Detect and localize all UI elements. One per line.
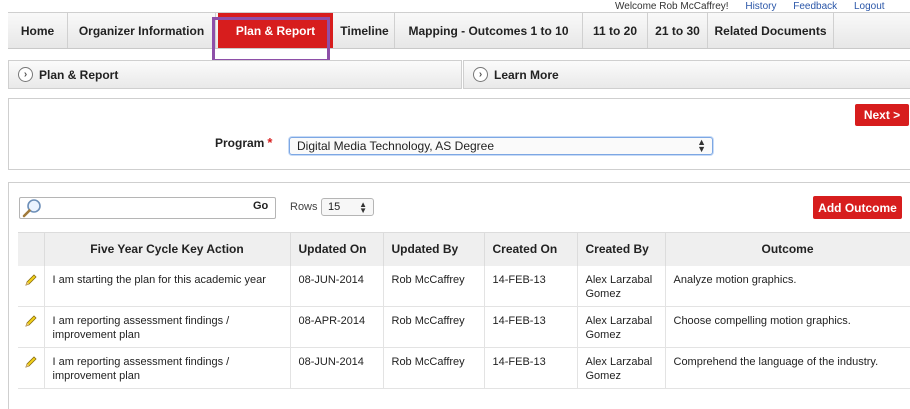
search-input[interactable] [19, 197, 276, 219]
program-label: Program * [215, 135, 272, 150]
created-by-cell: Alex Larzabal Gomez [577, 306, 666, 348]
updated-on-cell: 08-JUN-2014 [290, 265, 384, 307]
region-plan-report-title: Plan & Report [39, 67, 119, 82]
table-header-row: Five Year Cycle Key Action Updated On Up… [18, 232, 910, 266]
outcome-cell: Choose compelling motion graphics. [665, 306, 910, 348]
rows-label: Rows [290, 201, 318, 213]
tab-outcomes-11-20[interactable]: 11 to 20 [583, 13, 648, 48]
table-row: I am reporting assessment findings / imp… [18, 347, 910, 389]
feedback-link[interactable]: Feedback [793, 1, 837, 12]
next-button[interactable]: Next > [855, 104, 909, 126]
program-form-panel [8, 98, 910, 170]
key-action-cell: I am reporting assessment findings / imp… [44, 306, 291, 348]
program-select[interactable]: Digital Media Technology, AS Degree ▲ ▼ [289, 137, 713, 155]
created-by-cell: Alex Larzabal Gomez [577, 347, 666, 389]
chevron-right-icon: › [473, 67, 488, 82]
add-outcome-button[interactable]: Add Outcome [813, 196, 902, 219]
updated-on-cell: 08-APR-2014 [290, 306, 384, 348]
outcome-cell: Comprehend the language of the industry. [665, 347, 910, 389]
outcome-cell: Analyze motion graphics. [665, 265, 910, 307]
outcomes-table: Five Year Cycle Key Action Updated On Up… [18, 232, 910, 389]
key-action-cell: I am reporting assessment findings / imp… [44, 347, 291, 389]
tab-plan-report[interactable]: Plan & Report [218, 13, 333, 48]
col-header-updated-by[interactable]: Updated By [383, 232, 485, 266]
updated-by-cell: Rob McCaffrey [383, 347, 485, 389]
key-action-cell: I am starting the plan for this academic… [44, 265, 291, 307]
edit-cell[interactable] [18, 347, 45, 389]
region-learn-more-title: Learn More [494, 67, 559, 82]
created-by-cell: Alex Larzabal Gomez [577, 265, 666, 307]
table-row: I am starting the plan for this academic… [18, 265, 910, 307]
created-on-cell: 14-FEB-13 [484, 347, 578, 389]
go-button[interactable]: Go [253, 200, 268, 212]
tab-mapping-outcomes-1-10[interactable]: Mapping - Outcomes 1 to 10 [395, 13, 583, 48]
updated-by-cell: Rob McCaffrey [383, 306, 485, 348]
required-mark: * [267, 135, 273, 150]
updated-on-cell: 08-JUN-2014 [290, 347, 384, 389]
pencil-icon[interactable] [24, 273, 38, 287]
col-header-outcome[interactable]: Outcome [665, 232, 910, 266]
tab-outcomes-21-30[interactable]: 21 to 30 [648, 13, 708, 48]
rows-select-value: 15 [328, 201, 341, 213]
program-label-text: Program [215, 136, 265, 150]
main-nav: Home Organizer Information Plan & Report… [8, 12, 910, 49]
tab-home[interactable]: Home [8, 13, 68, 48]
edit-cell[interactable] [18, 265, 45, 307]
tab-related-documents[interactable]: Related Documents [708, 13, 834, 48]
updated-by-cell: Rob McCaffrey [383, 265, 485, 307]
table-row: I am reporting assessment findings / imp… [18, 306, 910, 348]
tab-timeline[interactable]: Timeline [335, 13, 395, 48]
col-header-created-on[interactable]: Created On [484, 232, 578, 266]
tab-organizer-information[interactable]: Organizer Information [68, 13, 216, 48]
program-select-value: Digital Media Technology, AS Degree [297, 139, 495, 153]
rows-select[interactable]: 15 ▲ ▼ [321, 198, 374, 216]
magnifier-icon [22, 199, 41, 218]
select-arrows-icon: ▲ ▼ [697, 137, 706, 154]
created-on-cell: 14-FEB-13 [484, 265, 578, 307]
col-header-key-action[interactable]: Five Year Cycle Key Action [44, 232, 291, 266]
col-header-updated-on[interactable]: Updated On [290, 232, 384, 266]
chevron-right-icon: › [18, 67, 33, 82]
region-learn-more[interactable]: › Learn More [463, 60, 910, 89]
history-link[interactable]: History [745, 1, 776, 12]
edit-cell[interactable] [18, 306, 45, 348]
pencil-icon[interactable] [24, 314, 38, 328]
created-on-cell: 14-FEB-13 [484, 306, 578, 348]
region-plan-report[interactable]: › Plan & Report [8, 60, 462, 89]
logout-link[interactable]: Logout [854, 1, 885, 12]
select-arrows-icon: ▲ ▼ [359, 200, 367, 215]
pencil-icon[interactable] [24, 355, 38, 369]
welcome-text: Welcome Rob McCaffrey! [615, 1, 729, 12]
col-header-created-by[interactable]: Created By [577, 232, 666, 266]
col-header-edit [18, 232, 45, 266]
